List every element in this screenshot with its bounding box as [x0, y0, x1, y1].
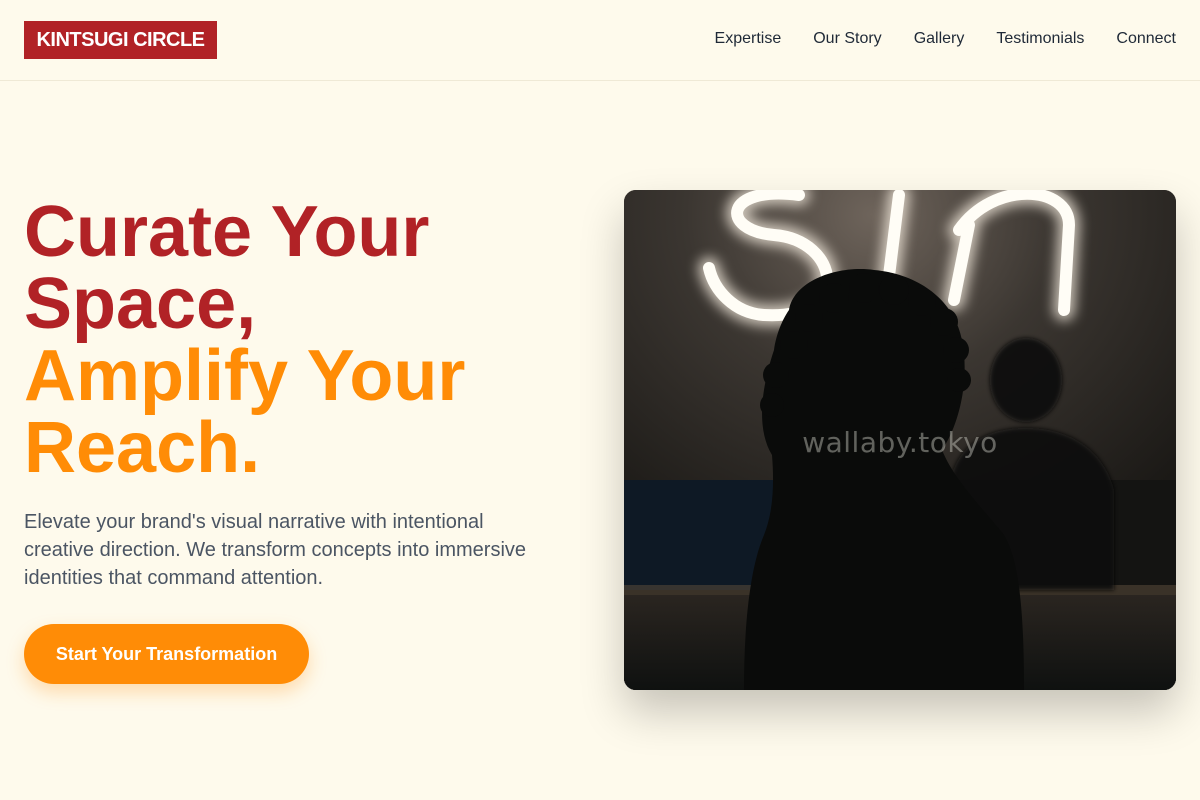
hero-section: Curate Your Space, Amplify Your Reach. — [24, 196, 584, 484]
hero-subtext: Elevate your brand's visual narrative wi… — [24, 511, 527, 589]
headline-line-2: Space, — [24, 264, 257, 344]
headline-line-1: Curate Your — [24, 192, 430, 272]
site-header: KINTSUGI CIRCLE Expertise Our Story Gall… — [0, 0, 1200, 81]
nav-link-testimonials[interactable]: Testimonials — [996, 30, 1084, 48]
image-watermark: wallaby.tokyo — [802, 426, 998, 459]
nav-link-connect[interactable]: Connect — [1116, 30, 1176, 48]
headline-line-3: Amplify Your — [24, 336, 466, 416]
nav-link-expertise[interactable]: Expertise — [715, 30, 782, 48]
nav-link-our-story[interactable]: Our Story — [813, 30, 881, 48]
hero-image: wallaby.tokyo — [624, 190, 1176, 690]
nav-link-gallery[interactable]: Gallery — [914, 30, 965, 48]
start-transformation-button[interactable]: Start Your Transformation — [24, 624, 309, 684]
hero-headline: Curate Your Space, Amplify Your Reach. — [24, 196, 584, 484]
main-nav: Expertise Our Story Gallery Testimonials… — [715, 28, 1176, 50]
headline-line-4: Reach. — [24, 408, 261, 488]
brand-logo[interactable]: KINTSUGI CIRCLE — [24, 21, 217, 59]
